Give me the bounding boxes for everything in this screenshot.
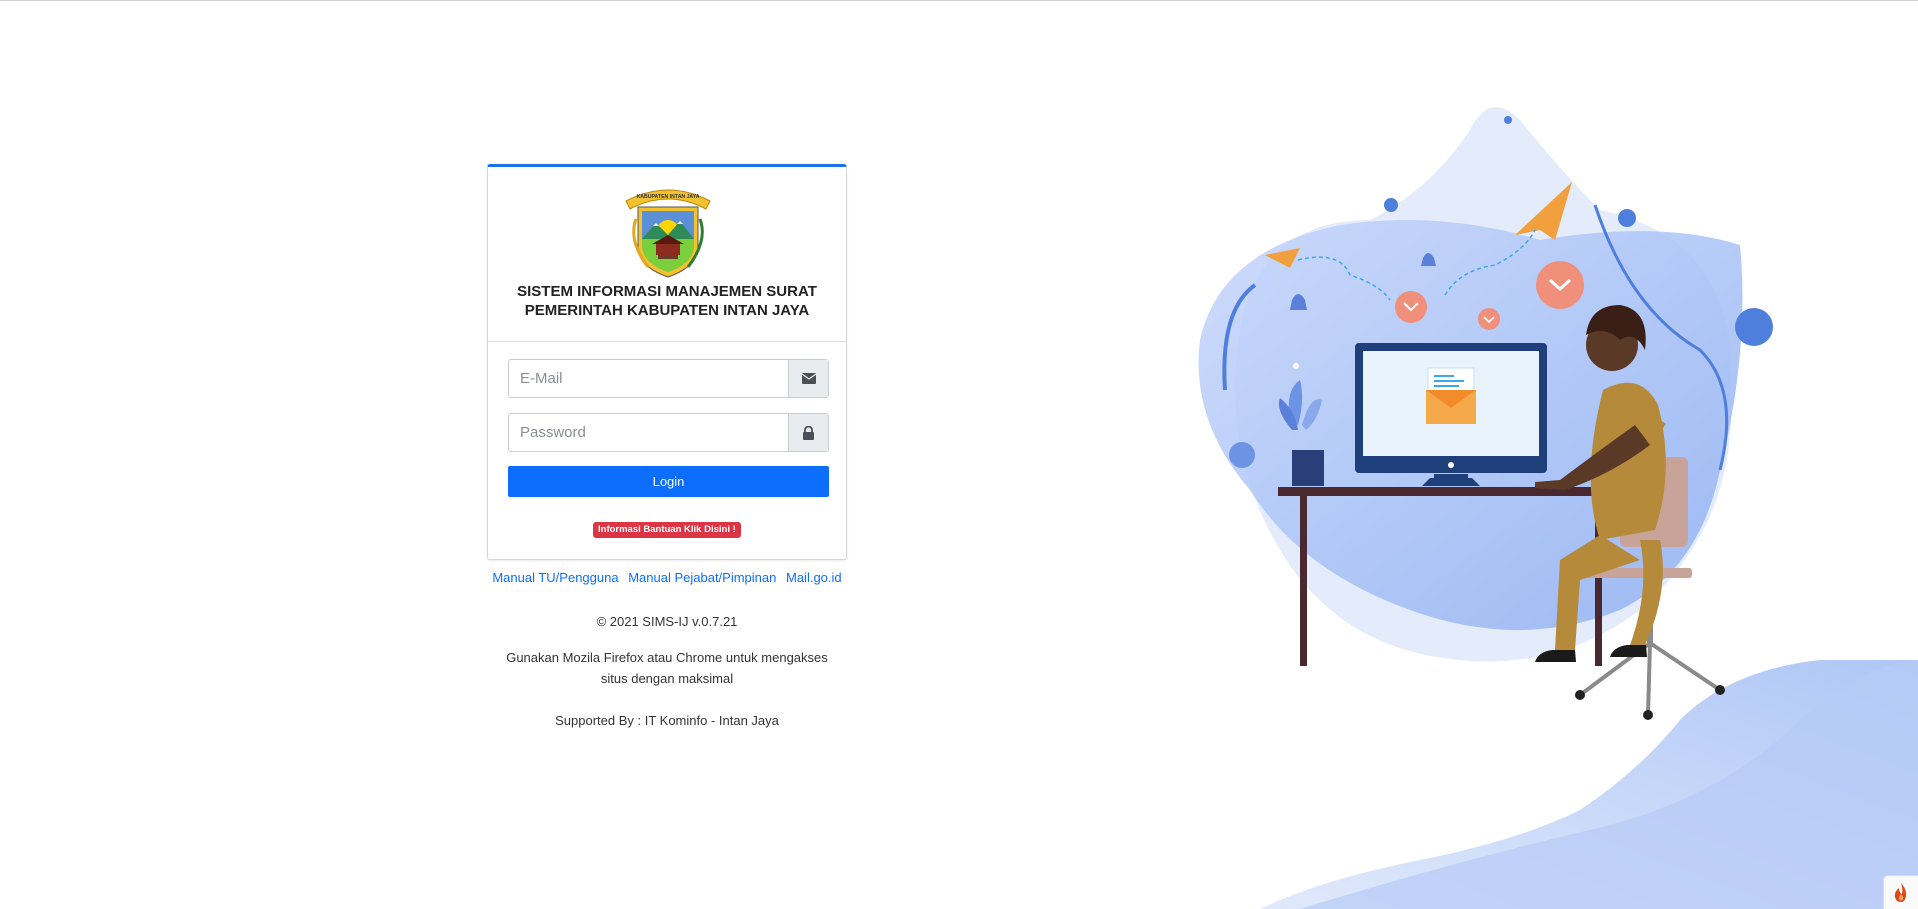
flame-icon-button[interactable] <box>1883 875 1918 909</box>
app-title-line2: PEMERINTAH KABUPATEN INTAN JAYA <box>524 302 810 319</box>
flame-icon <box>1894 882 1907 902</box>
manual-links: Manual TU/Pengguna Manual Pejabat/Pimpin… <box>487 570 847 585</box>
help-info-badge[interactable]: Informasi Bantuan Klik Disini ! <box>593 522 741 538</box>
app-title-line1: SISTEM INFORMASI MANAJEMEN SURAT <box>517 283 817 300</box>
kabupaten-logo: KABUPATEN INTAN JAYA <box>625 189 711 278</box>
supported-by-text: Supported By : IT Kominfo - Intan Jaya <box>555 713 779 728</box>
card-header: KABUPATEN INTAN JAYA SISTEM INFORMASI MA… <box>488 167 846 342</box>
copyright-text: © 2021 SIMS-IJ v.0.7.21 <box>596 614 738 629</box>
email-field-group <box>508 359 829 398</box>
login-button[interactable]: Login <box>508 466 829 497</box>
envelope-icon <box>788 360 828 397</box>
link-manual-pejabat[interactable]: Manual Pejabat/Pimpinan <box>628 570 776 585</box>
lock-icon <box>788 414 828 451</box>
top-divider <box>0 0 1918 1</box>
illustration-person-at-computer <box>1198 107 1773 720</box>
password-field-group <box>508 413 829 452</box>
email-input[interactable] <box>509 360 788 397</box>
svg-text:KABUPATEN INTAN JAYA: KABUPATEN INTAN JAYA <box>636 194 699 200</box>
link-mail-go-id[interactable]: Mail.go.id <box>786 570 842 585</box>
login-card: KABUPATEN INTAN JAYA SISTEM INFORMASI MA… <box>487 164 847 560</box>
link-manual-tu[interactable]: Manual TU/Pengguna <box>492 570 618 585</box>
browser-note: Gunakan Mozila Firefox atau Chrome untuk… <box>506 650 828 686</box>
app-title: SISTEM INFORMASI MANAJEMEN SURAT PEMERIN… <box>488 282 846 320</box>
password-input[interactable] <box>509 414 788 451</box>
